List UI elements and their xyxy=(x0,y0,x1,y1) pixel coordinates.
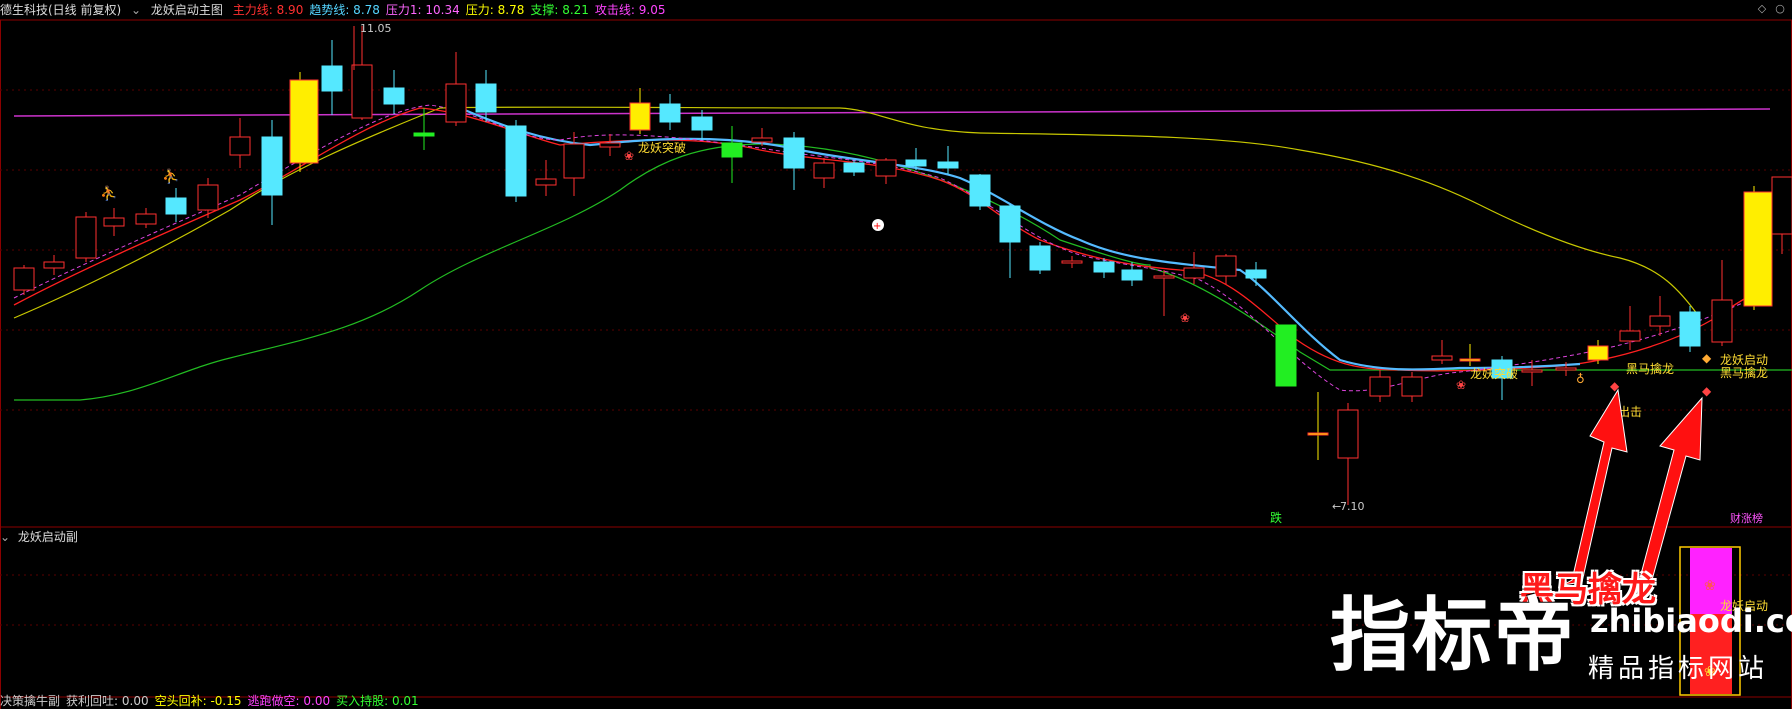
sub-panel-header: ⌄ 龙妖启动副 xyxy=(0,528,78,546)
candle-body xyxy=(937,161,959,169)
candle-body xyxy=(875,159,897,177)
diamond-icon: ◆ xyxy=(1702,351,1712,365)
candle-body xyxy=(721,142,743,158)
candle-body xyxy=(103,217,125,227)
candle-body xyxy=(1153,275,1175,279)
runner-icon: ⛹ xyxy=(100,184,117,202)
candle-body xyxy=(599,142,621,148)
candle-body xyxy=(629,102,651,131)
candle-body xyxy=(1029,245,1051,271)
dark-horse-annotation-2: 黑马擒龙 xyxy=(1720,365,1768,380)
candle-body xyxy=(1093,261,1115,273)
candle-body xyxy=(321,65,343,92)
footer-item-1: 获利回吐: 0.00 xyxy=(66,694,149,708)
candle-body xyxy=(1061,260,1083,264)
candle-body xyxy=(659,103,681,123)
candle-body xyxy=(843,162,865,173)
candle-body xyxy=(813,162,835,179)
candle-body xyxy=(445,83,467,123)
candle-body xyxy=(905,159,927,167)
butterfly-icon: ❀ xyxy=(624,149,634,163)
butterfly-icon: ❀ xyxy=(1180,311,1190,325)
candle-body xyxy=(43,261,65,269)
candle-body xyxy=(783,137,805,169)
candle-body xyxy=(1183,267,1205,279)
footer-item-3: 逃跑做空: 0.00 xyxy=(247,694,331,708)
candle-body xyxy=(1649,315,1671,327)
candle-body xyxy=(563,143,585,179)
dark-horse-annotation-1: 黑马擒龙 xyxy=(1626,361,1674,376)
diamond-icon: ◆ xyxy=(1702,384,1712,398)
candle-body xyxy=(1711,299,1733,343)
candle-body xyxy=(1587,345,1609,361)
svg-text:+: + xyxy=(873,221,881,232)
candle-body xyxy=(1679,311,1701,347)
candle-body xyxy=(289,79,319,164)
money-bag-icon: ♁ xyxy=(1576,372,1585,386)
candle-body xyxy=(75,216,97,259)
footer-indicator-bar: 决策擒牛副 获利回吐: 0.00 空头回补: -0.15 逃跑做空: 0.00 买入持股… xyxy=(0,694,425,709)
candle-body xyxy=(1459,358,1481,362)
candle-body xyxy=(535,178,557,186)
watermark-subtitle: 精品指标网站 xyxy=(1588,654,1769,684)
candle-body xyxy=(751,137,773,143)
footer-item-4: 买入持股: 0.01 xyxy=(336,694,419,708)
collapse-icon[interactable]: ⌄ xyxy=(0,530,10,544)
runner-icon: ⛹ xyxy=(162,167,179,185)
caizhang-annotation: 财涨榜 xyxy=(1730,511,1763,525)
candle-body xyxy=(1431,355,1453,361)
candle-body xyxy=(351,64,373,119)
pressure1-line xyxy=(13,108,1771,117)
breakout-annotation-2: 龙妖突破 xyxy=(1470,366,1518,381)
drop-annotation: 跌 xyxy=(1270,510,1282,525)
candle-body xyxy=(999,205,1021,243)
candle-body xyxy=(1401,376,1423,397)
candlestick-series xyxy=(13,26,1792,505)
candle-body xyxy=(1743,191,1773,307)
candle-body xyxy=(1215,255,1237,277)
candle-body xyxy=(1275,324,1297,387)
candle-body xyxy=(413,132,435,137)
butterfly-icon: ❀ xyxy=(1456,378,1466,392)
candle-body xyxy=(1555,367,1577,371)
candle-body xyxy=(1307,432,1329,436)
low-price-label: 7.10 xyxy=(1340,500,1365,513)
candle-body xyxy=(383,87,405,105)
candle-body xyxy=(1337,409,1359,459)
candle-body xyxy=(475,83,497,113)
watermark-title: 指标帝 xyxy=(1330,589,1576,682)
breakout-annotation-1: 龙妖突破 xyxy=(638,140,686,155)
candle-body xyxy=(1771,176,1792,235)
svg-text:❀: ❀ xyxy=(1704,578,1716,594)
candle-body xyxy=(197,184,219,211)
sub-panel-title[interactable]: 龙妖启动副 xyxy=(18,530,78,544)
candle-body xyxy=(1619,330,1641,342)
candle-body xyxy=(1245,269,1267,279)
watermark-url: zhibiaodi.com xyxy=(1590,602,1792,640)
candle-body xyxy=(135,213,157,225)
candle-body xyxy=(505,125,527,197)
footer-item-2: 空头回补: -0.15 xyxy=(154,694,242,708)
candle-body xyxy=(1521,369,1543,373)
high-price-label: 11.05 xyxy=(360,22,392,35)
candle-body xyxy=(229,136,251,156)
candle-body xyxy=(969,174,991,207)
candle-body xyxy=(261,136,283,196)
candle-body xyxy=(1369,376,1391,397)
candle-body xyxy=(165,197,187,215)
arrow-icon xyxy=(1562,388,1628,586)
candle-body xyxy=(13,267,35,291)
candle-body xyxy=(1121,269,1143,281)
footer-item-0: 决策擒牛副 xyxy=(0,694,61,708)
launch-annotation: 龙妖启动 xyxy=(1720,353,1768,367)
svg-text:←: ← xyxy=(1332,500,1341,513)
candle-body xyxy=(691,116,713,131)
